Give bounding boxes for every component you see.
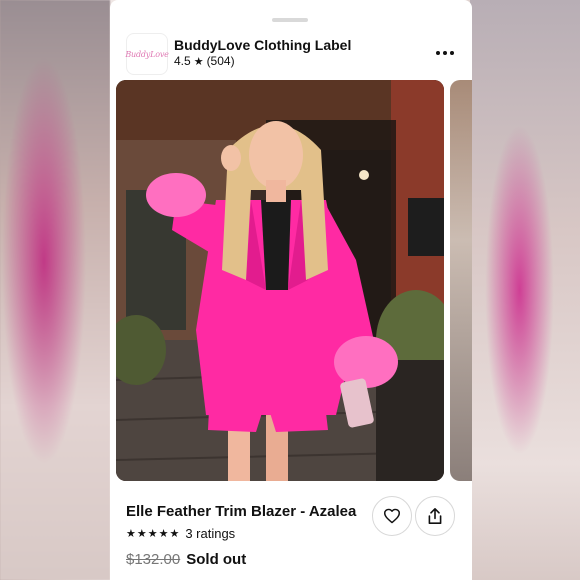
shop-rating-value: 4.5 (174, 54, 191, 68)
share-button[interactable] (415, 496, 455, 536)
shop-name[interactable]: BuddyLove Clothing Label (174, 37, 351, 53)
more-options-button[interactable] (432, 40, 458, 66)
shop-logo[interactable]: BuddyLove (125, 33, 169, 75)
shop-review-count: (504) (206, 54, 235, 68)
favorite-button[interactable] (372, 496, 412, 536)
stock-status: Sold out (186, 551, 247, 568)
product-title[interactable]: Elle Feather Trim Blazer - Azalea (126, 503, 361, 520)
share-icon (428, 508, 442, 524)
shop-logo-text: BuddyLove (125, 49, 169, 59)
more-dot (443, 51, 447, 55)
original-price: $132.00 (126, 551, 181, 568)
blurred-backdrop-left (0, 0, 110, 580)
product-sheet: BuddyLove BuddyLove Clothing Label 4.5 ★… (110, 0, 472, 580)
rating-stars-icon: ★★★★★ (126, 528, 181, 540)
product-photo-illustration (116, 80, 444, 481)
star-icon: ★ (193, 55, 204, 68)
price-row: $132.00 Sold out (126, 551, 246, 568)
ratings-count: 3 ratings (185, 526, 236, 541)
more-horizontal-icon (436, 51, 440, 55)
blurred-backdrop-right (470, 0, 580, 580)
product-rating[interactable]: ★★★★★ 3 ratings (126, 526, 235, 541)
product-photo[interactable] (116, 80, 444, 481)
sheet-grabber[interactable] (272, 18, 308, 22)
next-photo-preview[interactable] (450, 80, 472, 481)
shop-rating: 4.5 ★ (504) (174, 54, 235, 68)
more-dot (450, 51, 454, 55)
heart-icon (383, 508, 400, 524)
